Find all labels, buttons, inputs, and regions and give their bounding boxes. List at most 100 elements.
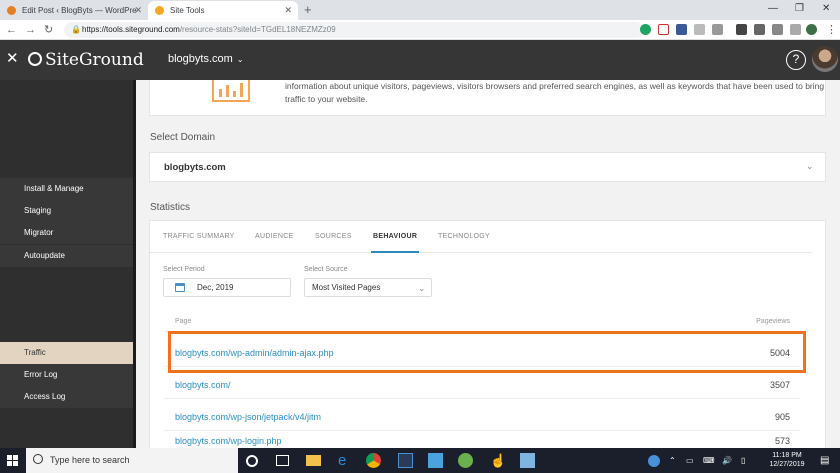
extension-grey-icon[interactable] [694, 24, 705, 35]
forward-arrow-icon[interactable]: → [25, 22, 36, 38]
browser-tab-site-tools[interactable]: Site Tools ✕ [148, 1, 298, 20]
extension-red-icon[interactable] [658, 24, 669, 35]
chrome-icon[interactable] [366, 453, 381, 468]
windows-logo-icon [7, 455, 19, 467]
sidebar-item-access-log[interactable]: Access Log [0, 386, 133, 408]
sidebar-item-install-manage[interactable]: Install & Manage [0, 178, 133, 200]
siteground-logo[interactable]: SiteGround [28, 49, 144, 71]
tab-close-icon[interactable]: ✕ [134, 1, 142, 20]
table-row: blogbyts.com/ 3507 [164, 372, 800, 399]
url-field[interactable]: 🔒 https://tools.siteground.com/resource-… [64, 22, 644, 38]
period-value: Dec, 2019 [197, 279, 233, 296]
windows-taskbar: Type here to search e ☝ ⌃ ▭ ⌨ 🔊 ▯ 11:18 … [0, 448, 840, 473]
app-blue-icon[interactable] [428, 453, 443, 468]
extension-w-icon[interactable] [712, 24, 723, 35]
page-link[interactable]: blogbyts.com/wp-json/jetpack/v4/jitm [175, 404, 321, 431]
chevron-down-icon: ⌄ [806, 161, 814, 172]
extension-puzzle-icon[interactable] [790, 24, 801, 35]
tab-close-icon[interactable]: ✕ [284, 1, 292, 20]
period-picker[interactable]: Dec, 2019 [163, 278, 291, 297]
select-domain-title: Select Domain [150, 132, 215, 143]
select-source-label: Select Source [304, 266, 348, 273]
tab-title: Site Tools [170, 6, 205, 15]
app-monitor-icon[interactable] [520, 453, 535, 468]
domain-select-value: blogbyts.com [164, 162, 226, 173]
sidebar-item-label: Staging [24, 200, 51, 222]
extension-blue-icon[interactable] [676, 24, 687, 35]
statistics-title: Statistics [150, 202, 190, 213]
minimize-icon[interactable]: — [768, 0, 778, 18]
tab-technology[interactable]: TECHNOLOGY [438, 221, 490, 253]
clock-time: 11:18 PM [762, 451, 812, 460]
tab-traffic-summary[interactable]: TRAFFIC SUMMARY [163, 221, 235, 253]
volume-icon[interactable]: 🔊 [722, 448, 732, 473]
domain-switcher-label: blogbyts.com [168, 53, 233, 65]
back-arrow-icon[interactable]: ← [6, 22, 17, 38]
window-close-icon[interactable]: ✕ [822, 0, 830, 18]
network-icon[interactable]: ▭ [686, 448, 694, 473]
new-tab-button[interactable]: + [304, 0, 312, 20]
url-path: /resource-stats?siteId=TGdEL18NEZMZz09 [180, 25, 336, 34]
url-host: https://tools.siteground.com [82, 25, 180, 34]
profile-icon[interactable] [806, 24, 817, 35]
reload-icon[interactable]: ↻ [44, 22, 53, 38]
col-page: Page [175, 318, 191, 325]
app-terminal-icon[interactable] [398, 453, 413, 468]
close-tools-icon[interactable]: ✕ [6, 50, 19, 68]
cortana-icon[interactable] [246, 455, 258, 467]
hand-cursor-icon[interactable]: ☝ [490, 453, 505, 468]
highlight-annotation [168, 331, 806, 373]
battery-icon[interactable]: ▯ [741, 448, 745, 473]
browser-tab-strip: Edit Post ‹ BlogByts — WordPre ✕ Site To… [0, 0, 840, 20]
browser-menu-icon[interactable]: ⋮ [826, 22, 837, 38]
sidebar-item-traffic[interactable]: Traffic [0, 342, 133, 364]
siteground-favicon-icon [155, 6, 164, 15]
taskbar-search-input[interactable]: Type here to search [26, 448, 238, 473]
tray-app-icon[interactable] [648, 455, 660, 467]
page-link[interactable]: blogbyts.com/wp-login.php [175, 434, 282, 448]
tab-behaviour[interactable]: BEHAVIOUR [371, 221, 419, 253]
start-button[interactable] [0, 448, 26, 473]
browser-tab-edit-post[interactable]: Edit Post ‹ BlogByts — WordPre ✕ [0, 1, 148, 20]
sidebar-item-staging[interactable]: Staging [0, 200, 133, 222]
sidebar-item-autoupdate[interactable]: Autoupdate [0, 245, 133, 267]
notifications-icon[interactable]: ▤ [820, 448, 829, 473]
domain-select[interactable]: blogbyts.com ⌄ [149, 152, 826, 182]
chevron-up-icon[interactable]: ⌃ [669, 448, 676, 473]
taskbar-clock[interactable]: 11:18 PM 12/27/2019 [762, 451, 812, 469]
sidebar-item-label: Access Log [24, 386, 65, 408]
app-green-icon[interactable] [458, 453, 473, 468]
extension-camera-icon[interactable] [772, 24, 783, 35]
table-header: Page Pageviews [164, 310, 800, 332]
chevron-down-icon: ⌄ [418, 280, 426, 297]
tab-sources[interactable]: SOURCES [315, 221, 352, 253]
avatar[interactable] [812, 46, 838, 72]
tab-audience[interactable]: AUDIENCE [255, 221, 294, 253]
sidebar-item-label: Autoupdate [24, 245, 65, 267]
sidebar-item-migrator[interactable]: Migrator [0, 222, 133, 244]
file-explorer-icon[interactable] [306, 455, 321, 466]
language-icon[interactable]: ⌨ [703, 448, 715, 473]
wordpress-favicon-icon [7, 6, 16, 15]
extension-dark-icon[interactable] [736, 24, 747, 35]
calendar-icon [175, 283, 185, 292]
task-view-icon[interactable] [276, 455, 289, 466]
page-link[interactable]: blogbyts.com/ [175, 372, 231, 399]
tab-title: Edit Post ‹ BlogByts — WordPre [22, 6, 137, 15]
pageviews-value: 905 [775, 404, 790, 431]
source-value: Most Visited Pages [312, 279, 380, 296]
domain-switcher[interactable]: blogbyts.com⌄ [168, 53, 244, 65]
taskbar-search-placeholder: Type here to search [50, 455, 130, 465]
edge-icon[interactable]: e [338, 453, 353, 468]
logo-text: SiteGround [45, 50, 144, 70]
source-select[interactable]: Most Visited Pages ⌄ [304, 278, 432, 297]
restore-icon[interactable]: ❐ [795, 0, 804, 18]
help-button[interactable]: ? [786, 50, 806, 70]
sidebar-item-error-log[interactable]: Error Log [0, 364, 133, 386]
table-row: blogbyts.com/wp-json/jetpack/v4/jitm 905 [164, 404, 800, 431]
pageviews-value: 573 [775, 434, 790, 448]
extension-box-icon[interactable] [754, 24, 765, 35]
select-period-label: Select Period [163, 266, 205, 273]
extension-green-icon[interactable] [640, 24, 651, 35]
sidebar-item-label: Error Log [24, 364, 57, 386]
